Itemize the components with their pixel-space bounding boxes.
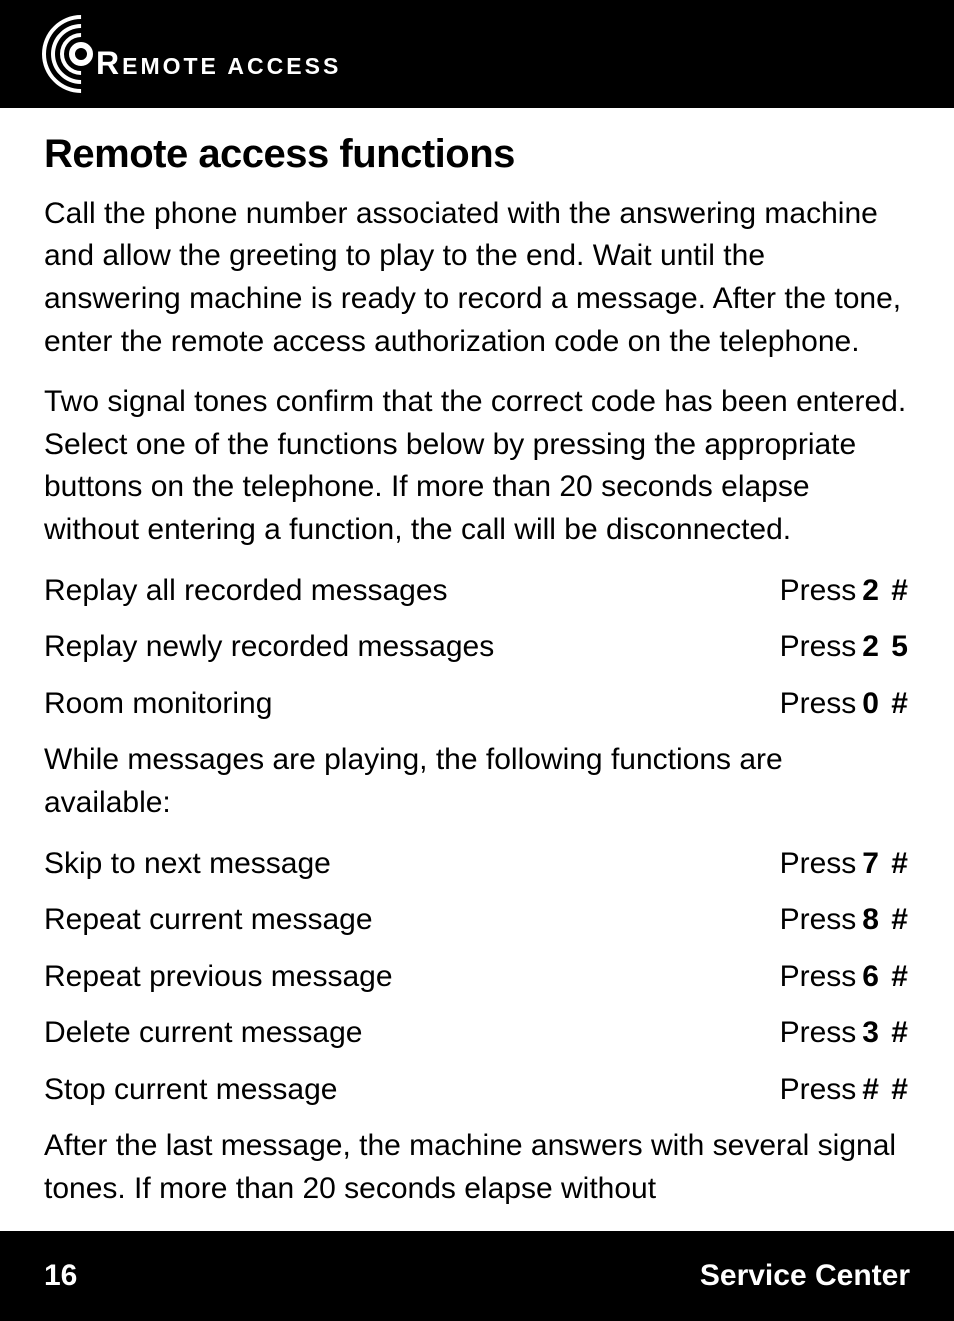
- footer-bar: 16 Service Center: [0, 1231, 954, 1321]
- header-label-prefix: R: [96, 47, 122, 79]
- function-label: Replay all recorded messages: [44, 570, 780, 613]
- page-number: 16: [44, 1259, 77, 1293]
- function-row: Stop current message Press# #: [44, 1069, 910, 1112]
- function-row: Replay newly recorded messages Press2 5: [44, 626, 910, 669]
- mid-paragraph: While messages are playing, the followin…: [44, 739, 910, 824]
- press-word: Press: [780, 960, 857, 993]
- function-label: Room monitoring: [44, 683, 780, 726]
- press-key: 6 #: [862, 960, 910, 993]
- function-action: Press0 #: [780, 683, 910, 726]
- function-label: Repeat current message: [44, 899, 780, 942]
- function-action: Press2 5: [780, 626, 910, 669]
- function-action: Press6 #: [780, 956, 910, 999]
- function-label: Stop current message: [44, 1069, 780, 1112]
- closing-paragraph: After the last message, the machine answ…: [44, 1125, 910, 1210]
- function-action: Press8 #: [780, 899, 910, 942]
- intro-paragraph-2: Two signal tones confirm that the correc…: [44, 381, 910, 551]
- header-label-rest: EMOTE ACCESS: [122, 55, 341, 78]
- function-row: Delete current message Press3 #: [44, 1012, 910, 1055]
- press-word: Press: [780, 903, 857, 936]
- function-row: Skip to next message Press7 #: [44, 843, 910, 886]
- function-action: Press3 #: [780, 1012, 910, 1055]
- function-action: Press7 #: [780, 843, 910, 886]
- function-row: Room monitoring Press0 #: [44, 683, 910, 726]
- service-center-label: Service Center: [700, 1259, 910, 1293]
- press-word: Press: [780, 1073, 857, 1106]
- function-row: Repeat current message Press8 #: [44, 899, 910, 942]
- press-word: Press: [780, 847, 857, 880]
- function-label: Replay newly recorded messages: [44, 626, 780, 669]
- press-key: 8 #: [862, 903, 910, 936]
- function-label: Skip to next message: [44, 843, 780, 886]
- header-bar: REMOTE ACCESS: [0, 0, 954, 108]
- press-key: 2 #: [862, 574, 910, 607]
- function-row: Repeat previous message Press6 #: [44, 956, 910, 999]
- page-title: Remote access functions: [44, 126, 910, 183]
- press-word: Press: [780, 630, 857, 663]
- press-key: 7 #: [862, 847, 910, 880]
- page-root: REMOTE ACCESS Remote access functions Ca…: [0, 0, 954, 1321]
- press-word: Press: [780, 1016, 857, 1049]
- function-action: Press# #: [780, 1069, 910, 1112]
- press-word: Press: [780, 687, 857, 720]
- press-key: 2 5: [862, 630, 910, 663]
- header-section-label: REMOTE ACCESS: [96, 45, 343, 81]
- press-key: 3 #: [862, 1016, 910, 1049]
- press-key: 0 #: [862, 687, 910, 720]
- function-label: Delete current message: [44, 1012, 780, 1055]
- function-row: Replay all recorded messages Press2 #: [44, 570, 910, 613]
- content-area: Remote access functions Call the phone n…: [0, 108, 954, 1231]
- intro-paragraph-1: Call the phone number associated with th…: [44, 193, 910, 363]
- press-key: # #: [862, 1073, 910, 1106]
- press-word: Press: [780, 574, 857, 607]
- function-label: Repeat previous message: [44, 956, 780, 999]
- function-action: Press2 #: [780, 570, 910, 613]
